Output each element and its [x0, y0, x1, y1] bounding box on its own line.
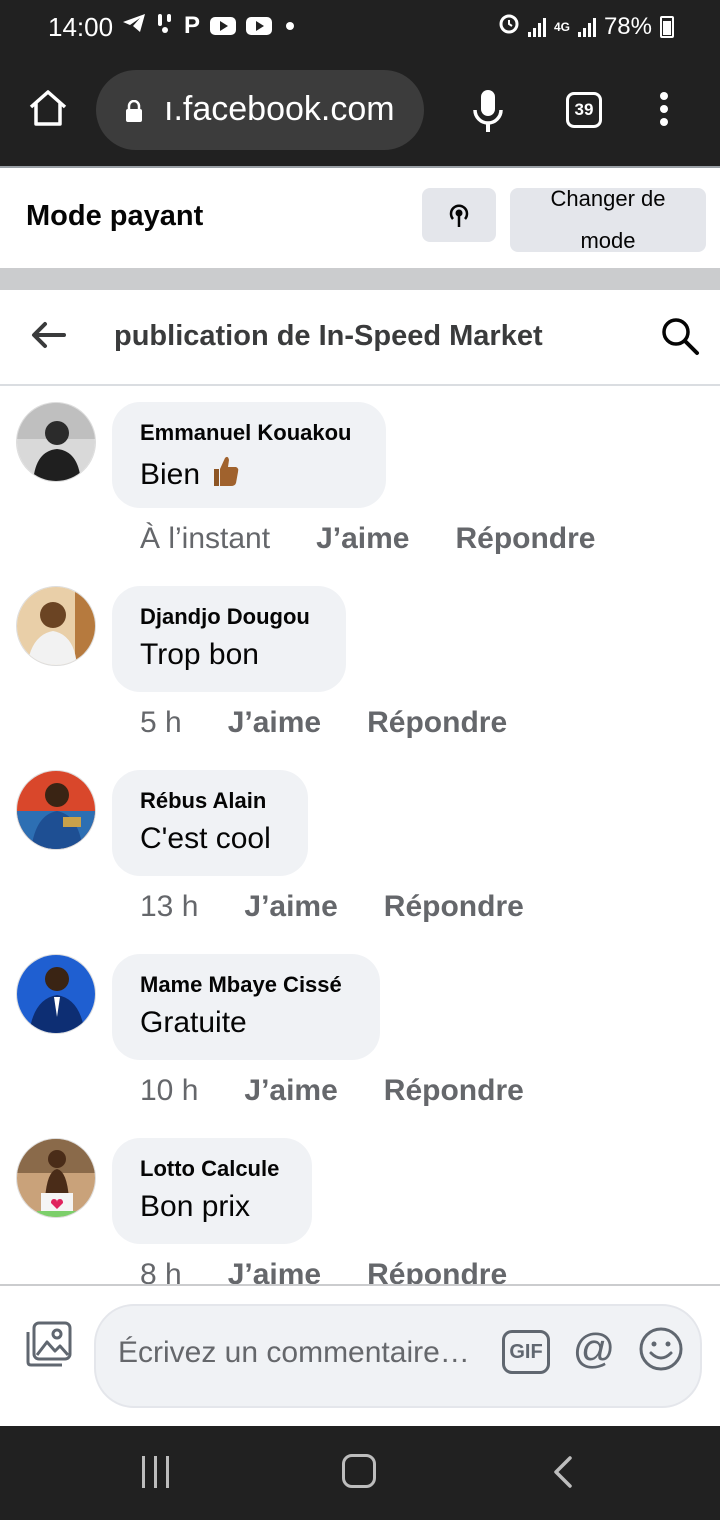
comment-time[interactable]: À l’instant	[140, 522, 270, 556]
comment-author[interactable]: Mame Mbaye Cissé	[140, 972, 350, 998]
like-button[interactable]: J’aime	[316, 522, 409, 556]
network-type-icon: 4G	[553, 19, 570, 34]
reply-button[interactable]: Répondre	[384, 890, 524, 924]
section-divider	[0, 268, 720, 290]
home-icon[interactable]	[26, 86, 70, 130]
search-icon[interactable]	[660, 316, 700, 356]
mention-button[interactable]: @	[570, 1326, 618, 1374]
mode-title: Mode payant	[26, 200, 204, 232]
lock-icon	[124, 99, 144, 122]
broadcast-icon	[449, 204, 469, 227]
photo-icon[interactable]	[24, 1320, 74, 1368]
like-button[interactable]: J’aime	[244, 890, 337, 924]
broadcast-button[interactable]	[422, 188, 496, 242]
comment-time[interactable]: 5 h	[140, 706, 182, 740]
reply-button[interactable]: Répondre	[384, 1074, 524, 1108]
tab-switcher-button[interactable]: 39	[566, 92, 602, 128]
battery-icon	[660, 15, 674, 38]
emoji-icon[interactable]	[638, 1326, 684, 1372]
status-time: 14:00	[48, 12, 114, 42]
microphone-icon[interactable]	[468, 88, 508, 134]
comment-item: Djandjo Dougou Trop bon 5 h J’aime Répon…	[0, 570, 720, 754]
viber-icon	[156, 12, 174, 40]
comment-bubble[interactable]: Rébus Alain C'est cool	[112, 770, 308, 876]
recent-apps-icon[interactable]	[142, 1456, 176, 1488]
comment-actions: 10 h J’aime Répondre	[140, 1074, 524, 1108]
comment-bubble[interactable]: Emmanuel Kouakou Bien	[112, 402, 386, 508]
more-notifications-icon	[286, 22, 295, 30]
comment-item: Rébus Alain C'est cool 13 h J’aime Répon…	[0, 754, 720, 938]
avatar[interactable]	[16, 402, 96, 482]
url-text: ı.facebook.com	[164, 90, 395, 128]
comment-bubble[interactable]: Djandjo Dougou Trop bon	[112, 586, 346, 692]
comment-input[interactable]: Écrivez un commentaire… GIF @	[94, 1304, 702, 1408]
comment-actions: 13 h J’aime Répondre	[140, 890, 524, 924]
comment-author[interactable]: Djandjo Dougou	[140, 604, 316, 630]
comment-text-value: Bien	[140, 458, 201, 491]
comment-time[interactable]: 10 h	[140, 1074, 198, 1108]
comment-text: Bon prix	[140, 1190, 251, 1223]
comment-time[interactable]: 8 h	[140, 1258, 182, 1284]
reply-button[interactable]: Répondre	[455, 522, 595, 556]
youtube-icon	[210, 17, 237, 35]
comment-text: Bien	[140, 454, 356, 496]
thumbs-up-icon	[210, 454, 240, 496]
like-button[interactable]: J’aime	[228, 1258, 321, 1284]
comment-bubble[interactable]: Lotto Calcule Bon prix	[112, 1138, 312, 1244]
system-navigation-bar	[0, 1426, 720, 1520]
page-title: publication de In-Speed Market	[114, 320, 543, 352]
notification-icons: P	[122, 12, 295, 40]
reply-button[interactable]: Répondre	[367, 1258, 507, 1284]
browser-toolbar: ı.facebook.com 39	[0, 56, 720, 166]
back-icon[interactable]	[548, 1456, 578, 1488]
home-button-icon[interactable]	[342, 1454, 376, 1488]
signal-icon-2	[577, 17, 596, 37]
parking-icon: P	[184, 12, 201, 39]
system-status: 4G 78%	[498, 12, 674, 41]
change-mode-button[interactable]: Changer de mode	[510, 186, 706, 253]
comment-composer: Écrivez un commentaire… GIF @	[0, 1284, 720, 1426]
gif-button[interactable]: GIF	[502, 1330, 550, 1374]
change-mode-label: Changer de mode	[550, 186, 666, 253]
alarm-icon	[498, 12, 520, 41]
comment-item: Mame Mbaye Cissé Gratuite 10 h J’aime Ré…	[0, 938, 720, 1122]
post-header: publication de In-Speed Market	[0, 290, 720, 386]
comment-actions: 8 h J’aime Répondre	[140, 1258, 507, 1284]
comment-author[interactable]: Lotto Calcule	[140, 1156, 282, 1182]
youtube-icon	[246, 17, 273, 35]
avatar[interactable]	[16, 770, 96, 850]
comment-bubble[interactable]: Mame Mbaye Cissé Gratuite	[112, 954, 380, 1060]
comment-item: Lotto Calcule Bon prix 8 h J’aime Répond…	[0, 1122, 720, 1284]
reply-button[interactable]: Répondre	[367, 706, 507, 740]
like-button[interactable]: J’aime	[228, 706, 321, 740]
back-arrow-icon[interactable]	[30, 320, 66, 350]
avatar[interactable]	[16, 954, 96, 1034]
comment-time[interactable]: 13 h	[140, 890, 198, 924]
more-options-icon[interactable]	[656, 92, 672, 132]
battery-percent: 78%	[603, 12, 652, 40]
data-mode-banner: Mode payant Changer de mode	[0, 166, 720, 268]
comment-actions: 5 h J’aime Répondre	[140, 706, 507, 740]
telegram-icon	[122, 13, 146, 39]
like-button[interactable]: J’aime	[244, 1074, 337, 1108]
comment-text: C'est cool	[140, 822, 271, 855]
address-bar[interactable]: ı.facebook.com	[96, 70, 424, 150]
signal-icon	[527, 17, 546, 37]
comment-text: Gratuite	[140, 1006, 247, 1039]
avatar[interactable]	[16, 1138, 96, 1218]
comment-author[interactable]: Emmanuel Kouakou	[140, 420, 356, 446]
comment-actions: À l’instant J’aime Répondre	[140, 522, 596, 556]
comment-list: Emmanuel Kouakou Bien À l’instant J’aime…	[0, 386, 720, 1284]
comment-placeholder: Écrivez un commentaire…	[118, 1336, 470, 1369]
avatar[interactable]	[16, 586, 96, 666]
comment-text: Trop bon	[140, 638, 259, 671]
status-bar: 14:00 P 4G 78%	[0, 0, 720, 56]
comment-item: Emmanuel Kouakou Bien À l’instant J’aime…	[0, 386, 720, 570]
comment-author[interactable]: Rébus Alain	[140, 788, 278, 814]
